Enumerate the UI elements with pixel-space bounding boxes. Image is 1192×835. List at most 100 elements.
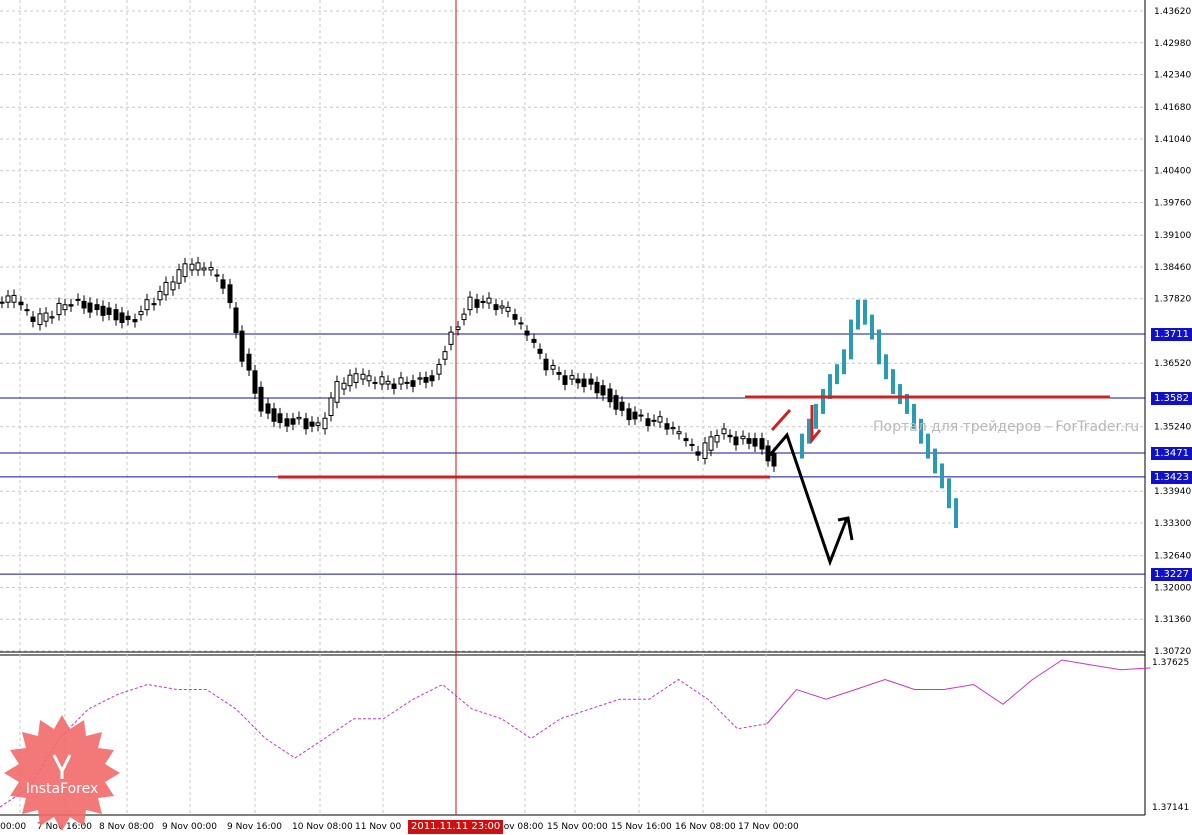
candle-body [227,284,233,304]
level-price-label: 1.3471 [1151,447,1192,461]
candle-body [467,296,473,311]
forecast-bar [933,448,937,474]
price-tick-label: 1.43620 [1154,7,1191,17]
candle-body [740,435,746,440]
candle-body [56,302,62,316]
candle-body [594,381,600,394]
candle-body [271,408,277,422]
candle-body [543,358,549,371]
price-tick-label: 1.41040 [1154,135,1191,145]
candle-body [721,428,727,435]
time-tick-label: 15 Nov 00:00 [547,822,608,832]
candle-body [151,303,157,306]
candle-body [556,371,562,375]
watermark: Портал для трейдеров - ForTrader.ru [873,419,1140,435]
candle-body [626,408,632,421]
candle-body [87,302,93,313]
candle-body [265,403,271,414]
price-tick-label: 1.37820 [1154,295,1191,305]
candle-body [562,375,568,385]
forecast-bar [947,478,951,509]
candle-body [347,374,353,387]
price-tick-label: 1.40400 [1154,167,1191,177]
candle-body [398,377,404,385]
candle-body [448,331,454,345]
time-tick-label: 15 Nov 16:00 [611,822,672,832]
candle-body [49,316,55,319]
candle-body [360,373,366,380]
candle-body [290,418,296,425]
candle-body [752,438,758,447]
candle-body [43,312,49,322]
price-tick-label: 1.41680 [1154,103,1191,113]
candle-body [657,416,663,423]
candle-body [423,376,429,383]
candle-body [664,423,670,430]
level-price-label: 1.3227 [1151,568,1192,582]
forecast-bar [926,433,930,459]
candle-body [296,416,302,420]
chart-window[interactable]: 1.43620 1.42980 1.42340 1.41680 1.41040 1.404… [0,0,1192,835]
candle-body [372,381,378,384]
price-tick-label: 1.42980 [1154,39,1191,49]
candle-body [341,382,347,390]
candle-body [505,306,511,312]
candle-body [588,378,594,385]
forecast-bar [800,433,804,459]
price-tick-label: 1.31360 [1154,615,1191,625]
candle-body [683,438,689,442]
candle-body [499,305,505,309]
candle-body [176,269,182,284]
candle-body [309,421,315,427]
candle-body [30,316,36,322]
forecast-bar [954,498,958,529]
forecast-bar [828,374,832,400]
price-tick-label: 1.32000 [1154,583,1191,593]
candle-body [81,300,87,309]
candle-body [379,376,385,385]
candle-body [727,434,733,438]
candle-body [391,383,397,389]
time-tick-label: 16 Nov 08:00 [675,822,736,832]
candle-body [518,322,524,325]
candle-body [708,436,714,451]
candle-body [106,307,112,315]
time-tick-label: 10 Nov 08:00 [292,822,353,832]
price-tick-label: 1.33300 [1154,519,1191,529]
time-tick-label: 17 Nov 00:00 [738,822,799,832]
candle-body [24,309,30,312]
candle-body [670,427,676,430]
candle-body [524,330,530,336]
candle-body [170,281,176,291]
candle-body [201,267,207,271]
forecast-bar [821,389,825,414]
indicator-tick-label: 1.37141 [1152,803,1189,813]
candle-body [512,314,518,320]
price-chart[interactable]: 1.43620 1.42980 1.42340 1.41680 1.41040 1.404… [0,0,1192,835]
forecast-bar [814,403,818,429]
black-arrow [768,432,854,567]
candle-body [233,307,239,333]
candle-body [702,442,708,459]
level-price-label: 1.3582 [1151,391,1192,405]
indicator-tick-label: 1.37625 [1152,658,1189,668]
candle-body [759,438,765,450]
time-tick-label: 9 Nov 00:00 [162,822,217,832]
candle-body [220,279,226,289]
candle-body [695,451,701,456]
forecast-bar [940,463,944,489]
candle-body [676,431,682,435]
crosshair-time-label: 2011.11.11 23:00 [408,820,504,834]
time-tick-label: 9 Nov 16:00 [227,822,282,832]
candle-body [461,313,467,321]
candle-body [113,309,119,321]
price-tick-label: 1.33940 [1154,487,1191,497]
candle-body [163,281,169,296]
candle-body [771,453,777,467]
red-arrow [770,405,822,445]
price-tick-label: 1.42340 [1154,71,1191,81]
logo-text: InstaForex [26,781,99,797]
forecast-bar [891,369,895,395]
price-tick-label: 1.35240 [1154,423,1191,433]
candle-body [486,297,492,304]
